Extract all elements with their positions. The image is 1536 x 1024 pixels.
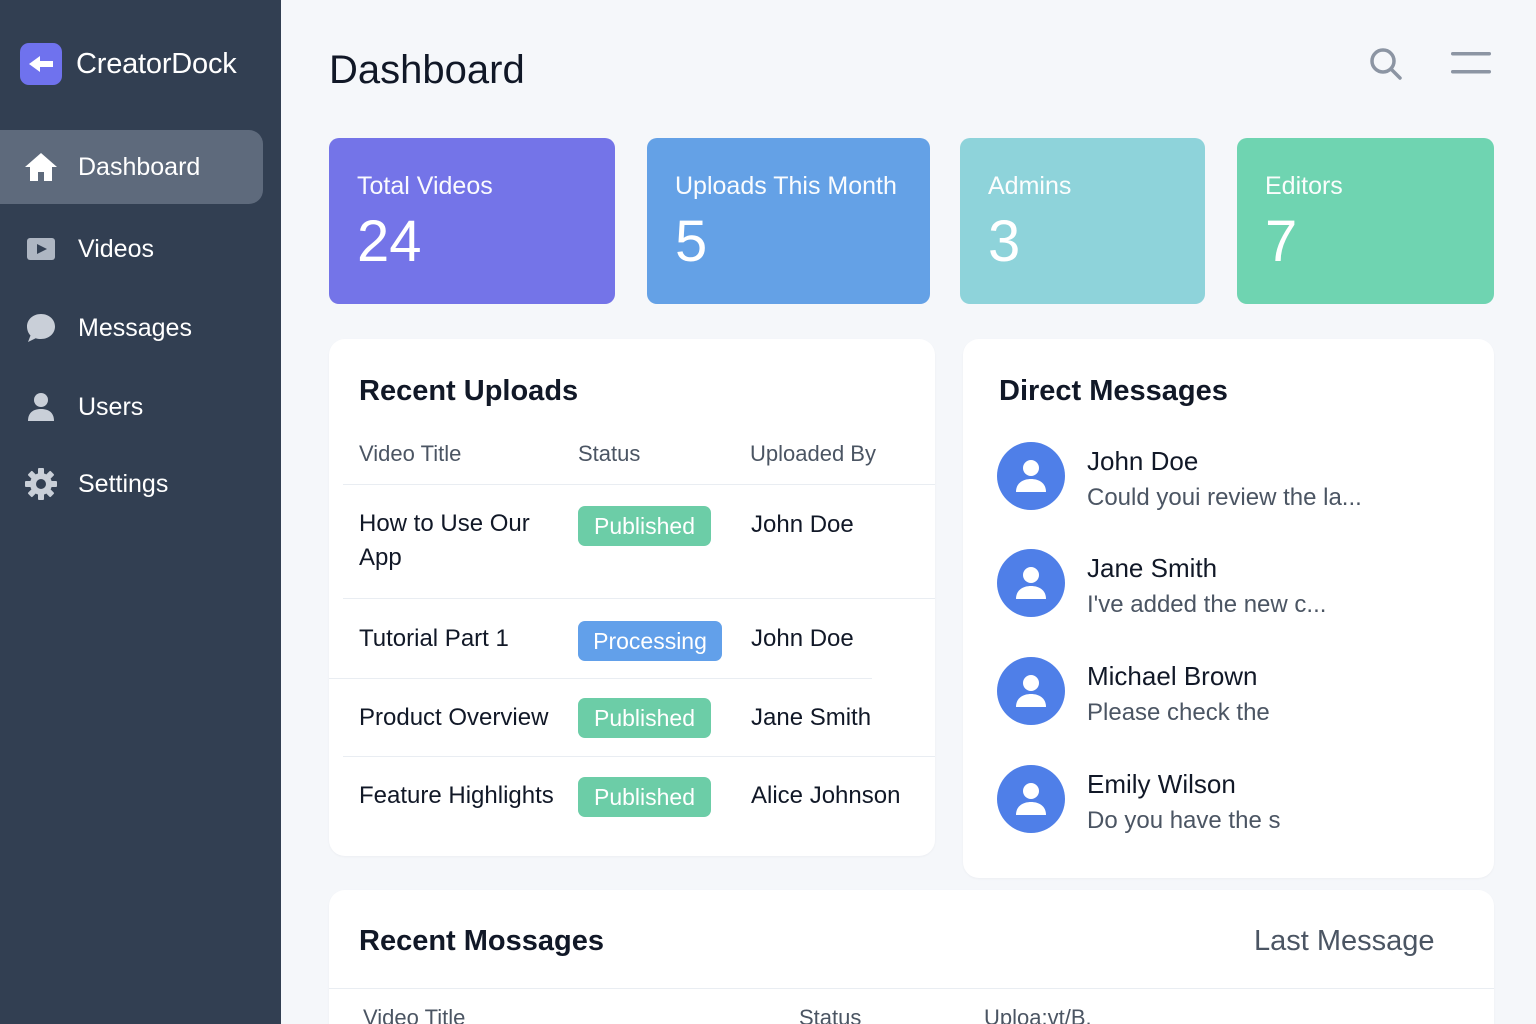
- stat-card-admins[interactable]: Admins 3: [960, 138, 1205, 304]
- sidebar-item-videos[interactable]: Videos: [0, 212, 263, 286]
- brand[interactable]: CreatorDock: [20, 43, 237, 85]
- cell-uploaded-by: Alice Johnson: [751, 782, 901, 809]
- menu-button[interactable]: [1448, 50, 1494, 80]
- stat-label: Total Videos: [357, 172, 493, 200]
- column-header-video-title[interactable]: Video Title: [363, 1005, 465, 1024]
- sidebar: CreatorDock Dashboard Videos Messages Us…: [0, 0, 281, 1024]
- sidebar-item-settings[interactable]: Settings: [0, 447, 263, 521]
- message-preview: Do you have the s: [1087, 807, 1281, 834]
- avatar-icon: [997, 657, 1065, 725]
- column-header-uploaded-by[interactable]: Uploa:vt/B.: [984, 1005, 1092, 1024]
- recent-uploads-panel: Recent Uploads Video Title Status Upload…: [329, 339, 935, 856]
- sidebar-item-messages[interactable]: Messages: [0, 291, 263, 365]
- sidebar-item-users[interactable]: Users: [0, 370, 263, 444]
- recent-messages-title: Recent Mossages: [359, 925, 604, 957]
- user-icon: [24, 390, 58, 424]
- rewind-logo-icon: [20, 43, 62, 85]
- status-badge: Processing: [578, 621, 722, 661]
- message-item[interactable]: Jane Smith I've added the new c...: [997, 549, 1497, 621]
- sidebar-item-label: Videos: [78, 234, 154, 263]
- cell-video-title: Tutorial Part 1: [359, 625, 509, 652]
- column-header-uploaded-by[interactable]: Uploaded By: [750, 441, 876, 467]
- recent-messages-panel: Recent Mossages Last Message Video Title…: [329, 890, 1494, 1024]
- direct-messages-panel: Direct Messages John Doe Could youi revi…: [963, 339, 1494, 878]
- status-badge: Published: [578, 777, 711, 817]
- message-sender: John Doe: [1087, 446, 1199, 476]
- cell-uploaded-by: John Doe: [751, 625, 854, 652]
- recent-uploads-title: Recent Uploads: [359, 375, 579, 407]
- row-divider: [343, 598, 935, 599]
- column-header-status[interactable]: Status: [578, 441, 640, 467]
- row-divider: [343, 484, 935, 485]
- status-badge: Published: [578, 698, 711, 738]
- sidebar-item-label: Dashboard: [78, 152, 201, 181]
- row-divider: [329, 678, 872, 679]
- stat-card-total-videos[interactable]: Total Videos 24: [329, 138, 615, 304]
- cell-video-title: Product Overview: [359, 704, 549, 731]
- stat-label: Editors: [1265, 172, 1343, 200]
- cell-video-title: How to Use Our App: [359, 510, 530, 571]
- stat-card-uploads-this-month[interactable]: Uploads This Month 5: [647, 138, 930, 304]
- sidebar-item-dashboard[interactable]: Dashboard: [0, 130, 263, 204]
- sidebar-item-label: Users: [78, 392, 144, 421]
- message-sender: Michael Brown: [1087, 661, 1258, 691]
- status-badge: Published: [578, 506, 711, 546]
- stat-value: 3: [988, 209, 1021, 274]
- cell-uploaded-by: Jane Smith: [751, 704, 872, 731]
- stat-value: 7: [1265, 209, 1298, 274]
- message-preview: Could youi review the la...: [1087, 484, 1362, 511]
- row-divider: [343, 756, 935, 757]
- message-item[interactable]: John Doe Could youi review the la...: [997, 442, 1497, 514]
- search-icon: [1368, 46, 1404, 87]
- avatar-icon: [997, 549, 1065, 617]
- video-icon: [24, 232, 58, 266]
- stat-label: Admins: [988, 172, 1072, 200]
- home-icon: [24, 150, 58, 184]
- message-preview: Please check the: [1087, 699, 1270, 726]
- gear-icon: [24, 467, 58, 501]
- last-message-label[interactable]: Last Message: [1254, 925, 1435, 958]
- page-title: Dashboard: [329, 48, 525, 92]
- app-root: CreatorDock Dashboard Videos Messages Us…: [0, 0, 1536, 1024]
- message-sender: Jane Smith: [1087, 553, 1218, 583]
- app-name: CreatorDock: [76, 47, 237, 80]
- avatar-icon: [997, 442, 1065, 510]
- avatar-icon: [997, 765, 1065, 833]
- row-divider: [329, 988, 1494, 989]
- column-header-video-title[interactable]: Video Title: [359, 441, 461, 467]
- sidebar-item-label: Settings: [78, 469, 169, 498]
- cell-video-title: Feature Highlights: [359, 782, 554, 809]
- chat-bubble-icon: [24, 311, 58, 345]
- message-item[interactable]: Michael Brown Please check the: [997, 657, 1497, 729]
- sidebar-item-label: Messages: [78, 313, 192, 342]
- stat-value: 5: [675, 209, 708, 274]
- search-button[interactable]: [1366, 46, 1406, 86]
- menu-icon: [1450, 50, 1492, 81]
- message-sender: Emily Wilson: [1087, 769, 1236, 799]
- stat-card-editors[interactable]: Editors 7: [1237, 138, 1494, 304]
- message-preview: I've added the new c...: [1087, 591, 1327, 618]
- message-item[interactable]: Emily Wilson Do you have the s: [997, 765, 1497, 837]
- cell-uploaded-by: John Doe: [751, 511, 854, 538]
- direct-messages-title: Direct Messages: [999, 375, 1228, 407]
- stat-label: Uploads This Month: [675, 172, 897, 200]
- column-header-status[interactable]: Status: [799, 1005, 861, 1024]
- stat-value: 24: [357, 209, 422, 274]
